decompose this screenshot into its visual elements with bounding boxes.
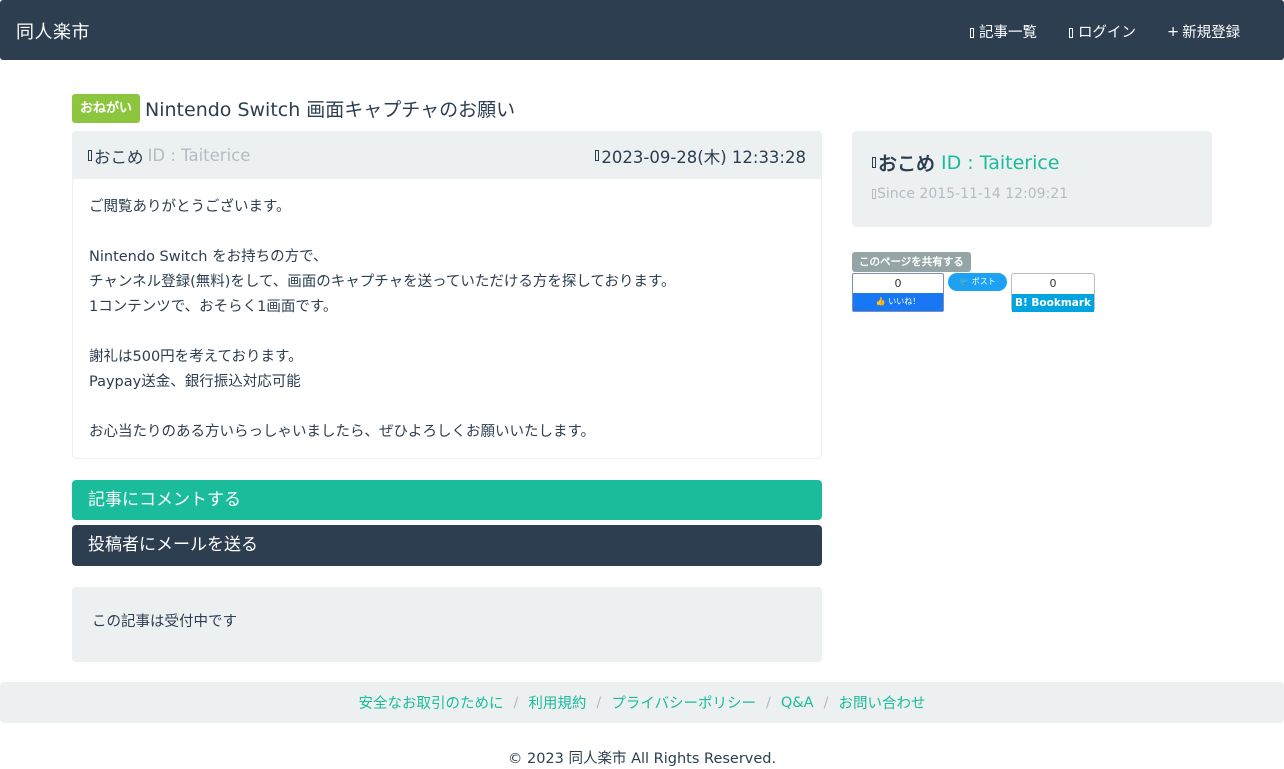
navbar: 同人楽市 記事一覧 ログイン + 新規登録 xyxy=(0,0,1284,60)
footer-link-safety[interactable]: 安全なお取引のために xyxy=(359,692,504,713)
list-icon xyxy=(970,27,974,38)
status-text: この記事は受付中です xyxy=(92,614,237,630)
body-line: お心当たりのある方いらっしゃいましたら、ぜひよろしくお願いいたします。 xyxy=(89,424,596,440)
post-author-name: おこめ xyxy=(94,147,144,167)
footer-separator: / xyxy=(823,694,829,711)
body-line xyxy=(89,220,805,245)
nav-register-label: 新規登録 xyxy=(1182,25,1241,41)
body-line: ご閲覧ありがとうございます。 xyxy=(89,199,291,215)
body-line: チャンネル登録(無料)をして、画面のキャプチャを送っていただける方を探しておりま… xyxy=(89,274,676,290)
twitter-post-label: ポスト xyxy=(971,277,996,286)
bird-icon: 🐦 xyxy=(959,277,970,286)
body-line xyxy=(89,395,805,420)
footer-separator: / xyxy=(596,694,602,711)
facebook-like-label: いいね！ xyxy=(888,297,921,306)
login-icon xyxy=(1069,27,1073,38)
article-title: Nintendo Switch 画面キャプチャのお願い xyxy=(145,98,516,121)
facebook-like-widget[interactable]: 0 👍 いいね！ xyxy=(852,273,944,312)
body-line: 1コンテンツで、おそらく1画面です。 xyxy=(89,299,338,315)
calendar-icon xyxy=(872,189,876,199)
clock-icon xyxy=(595,150,600,161)
body-line: Nintendo Switch をお持ちの方で、 xyxy=(89,249,328,265)
footer-links: 安全なお取引のために / 利用規約 / プライバシーポリシー / Q&A / お… xyxy=(0,682,1284,723)
user-icon xyxy=(872,157,876,168)
post-date: 2023-09-28(木) 12:33:28 xyxy=(595,144,806,168)
nav-login-label: ログイン xyxy=(1078,25,1136,41)
user-icon xyxy=(88,150,92,161)
status-well: この記事は受付中です xyxy=(72,587,822,662)
nav-article-list[interactable]: 記事一覧 xyxy=(970,21,1037,42)
user-since: Since 2015-11-14 12:09:21 xyxy=(872,186,1192,202)
hatena-bookmark-count: 0 xyxy=(1049,277,1057,290)
post-header: おこめ ID : Taiterice 2023-09-28(木) 12:33:2… xyxy=(73,132,821,179)
post-date-value: 2023-09-28(木) 12:33:28 xyxy=(601,147,806,167)
post-panel: おこめ ID : Taiterice 2023-09-28(木) 12:33:2… xyxy=(72,131,822,459)
site-brand[interactable]: 同人楽市 xyxy=(16,18,90,44)
hatena-bookmark-widget[interactable]: 0 B! Bookmark xyxy=(1011,273,1095,312)
article-title-row: おねがい Nintendo Switch 画面キャプチャのお願い xyxy=(72,93,515,123)
user-card: おこめ ID : Taiterice Since 2015-11-14 12:0… xyxy=(852,131,1212,227)
footer-link-terms[interactable]: 利用規約 xyxy=(528,692,586,713)
footer-link-contact[interactable]: お問い合わせ xyxy=(838,692,925,713)
share-label: このページを共有する xyxy=(852,252,971,272)
user-id-link[interactable]: ID : Taiterice xyxy=(941,152,1059,174)
nav-login[interactable]: ログイン xyxy=(1069,21,1136,42)
thumbs-up-icon: 👍 xyxy=(875,297,886,306)
facebook-like-button[interactable]: 👍 いいね！ xyxy=(853,293,943,311)
facebook-like-count: 0 xyxy=(894,277,902,290)
post-author[interactable]: おこめ ID : Taiterice xyxy=(88,144,250,168)
footer-separator: / xyxy=(766,694,771,711)
body-line xyxy=(89,320,805,345)
post-body: ご閲覧ありがとうございます。 Nintendo Switch をお持ちの方で、 … xyxy=(73,179,821,445)
body-line: Paypay送金、銀行振込対応可能 xyxy=(89,374,301,390)
post-author-id: ID : Taiterice xyxy=(147,146,251,165)
comment-button[interactable]: 記事にコメントする xyxy=(72,480,822,520)
mail-author-button[interactable]: 投稿者にメールを送る xyxy=(72,525,822,566)
nav-article-list-label: 記事一覧 xyxy=(979,25,1037,41)
user-line: おこめ ID : Taiterice xyxy=(872,149,1192,176)
user-name: おこめ xyxy=(878,153,936,175)
footer-link-qa[interactable]: Q&A xyxy=(781,695,814,711)
nav-register[interactable]: + 新規登録 xyxy=(1167,21,1240,42)
hatena-bookmark-button[interactable]: B! Bookmark xyxy=(1012,294,1094,312)
twitter-post-button[interactable]: 🐦 ポスト xyxy=(948,273,1007,291)
user-since-value: Since 2015-11-14 12:09:21 xyxy=(877,186,1069,202)
footer-separator: / xyxy=(513,694,519,711)
category-badge: おねがい xyxy=(72,93,141,123)
copyright: © 2023 同人楽市 All Rights Reserved. xyxy=(507,751,777,767)
plus-icon: + xyxy=(1167,23,1180,40)
body-line: 謝礼は500円を考えております。 xyxy=(89,349,303,365)
footer-link-privacy[interactable]: プライバシーポリシー xyxy=(611,692,756,713)
